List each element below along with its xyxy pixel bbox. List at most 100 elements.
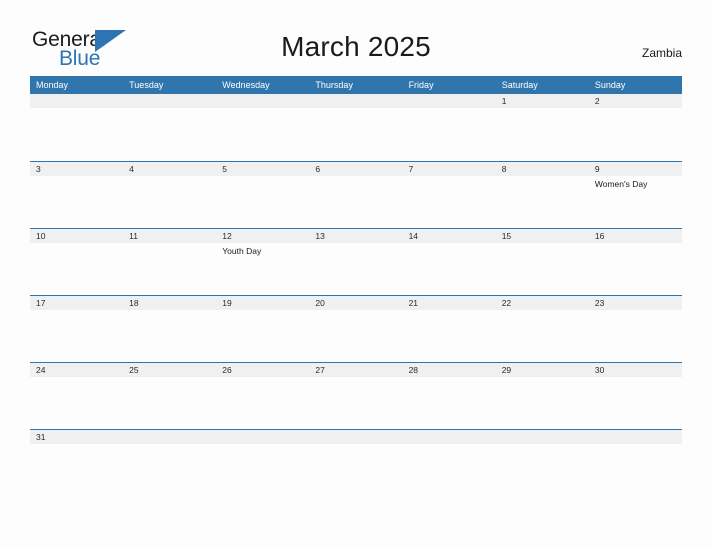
day-number[interactable]: 23 [589, 296, 682, 310]
day-number[interactable]: 9 [589, 162, 682, 176]
day-event[interactable] [403, 243, 496, 295]
day-number[interactable] [309, 430, 402, 444]
page-title: March 2025 [281, 31, 431, 62]
week-row: 10 11 12 13 14 15 16 Youth Day [30, 228, 682, 295]
week-row: 31 [30, 429, 682, 453]
day-number[interactable]: 28 [403, 363, 496, 377]
day-event[interactable] [30, 377, 123, 429]
week-date-band: 31 [30, 430, 682, 444]
day-event[interactable] [30, 108, 123, 160]
day-event[interactable] [589, 310, 682, 362]
week-date-band: 17 18 19 20 21 22 23 [30, 296, 682, 310]
day-number[interactable]: 11 [123, 229, 216, 243]
day-number[interactable] [309, 94, 402, 108]
day-number[interactable]: 13 [309, 229, 402, 243]
weekday-header-sunday: Sunday [594, 80, 626, 90]
day-event[interactable] [123, 377, 216, 429]
day-event[interactable] [309, 243, 402, 295]
day-number[interactable]: 7 [403, 162, 496, 176]
weekday-header-wednesday: Wednesday [222, 80, 270, 90]
day-event[interactable] [123, 243, 216, 295]
week-date-band: 3 4 5 6 7 8 9 [30, 162, 682, 176]
day-event[interactable] [216, 108, 309, 160]
day-number[interactable] [589, 430, 682, 444]
day-number[interactable]: 20 [309, 296, 402, 310]
day-event[interactable] [496, 377, 589, 429]
day-number[interactable]: 29 [496, 363, 589, 377]
week-event-band: Women's Day [30, 176, 682, 228]
day-number[interactable]: 12 [216, 229, 309, 243]
day-number[interactable]: 16 [589, 229, 682, 243]
day-number[interactable] [30, 94, 123, 108]
day-number[interactable]: 31 [30, 430, 123, 444]
day-event[interactable] [309, 377, 402, 429]
day-number[interactable] [216, 430, 309, 444]
day-number[interactable]: 1 [496, 94, 589, 108]
day-event[interactable]: Youth Day [216, 243, 309, 295]
day-number[interactable]: 5 [216, 162, 309, 176]
day-number[interactable] [403, 94, 496, 108]
day-number[interactable]: 26 [216, 363, 309, 377]
day-event[interactable] [123, 108, 216, 160]
day-event[interactable] [403, 108, 496, 160]
day-number[interactable]: 4 [123, 162, 216, 176]
day-number[interactable]: 10 [30, 229, 123, 243]
week-event-band [30, 310, 682, 362]
day-number[interactable]: 8 [496, 162, 589, 176]
day-event[interactable] [30, 243, 123, 295]
week-event-band [30, 108, 682, 160]
day-number[interactable] [123, 430, 216, 444]
day-number[interactable] [123, 94, 216, 108]
weekday-header-monday: Monday [36, 80, 69, 90]
day-number[interactable]: 22 [496, 296, 589, 310]
day-event[interactable] [403, 310, 496, 362]
day-number[interactable]: 24 [30, 363, 123, 377]
day-number[interactable]: 15 [496, 229, 589, 243]
day-number[interactable]: 19 [216, 296, 309, 310]
calendar-grid: Monday Tuesday Wednesday Thursday Friday… [30, 76, 682, 453]
day-number[interactable]: 25 [123, 363, 216, 377]
day-event[interactable] [496, 243, 589, 295]
day-number[interactable]: 2 [589, 94, 682, 108]
day-event[interactable] [403, 377, 496, 429]
day-number[interactable] [403, 430, 496, 444]
day-event[interactable] [496, 176, 589, 228]
day-event[interactable] [30, 310, 123, 362]
day-event[interactable] [589, 377, 682, 429]
week-row: 24 25 26 27 28 29 30 [30, 362, 682, 429]
day-event[interactable] [216, 176, 309, 228]
day-event[interactable] [123, 176, 216, 228]
page-header: General Blue March 2025 Zambia [0, 0, 712, 76]
day-number[interactable]: 30 [589, 363, 682, 377]
day-number[interactable]: 6 [309, 162, 402, 176]
day-event[interactable] [216, 377, 309, 429]
day-number[interactable]: 3 [30, 162, 123, 176]
day-number[interactable]: 14 [403, 229, 496, 243]
day-event[interactable] [403, 176, 496, 228]
day-number[interactable]: 21 [403, 296, 496, 310]
day-event[interactable] [496, 108, 589, 160]
weekday-header-friday: Friday [408, 80, 434, 90]
day-event[interactable] [309, 176, 402, 228]
day-event[interactable] [309, 108, 402, 160]
day-number[interactable]: 18 [123, 296, 216, 310]
country-label: Zambia [641, 46, 682, 60]
day-number[interactable]: 27 [309, 363, 402, 377]
day-event[interactable] [216, 310, 309, 362]
week-row: 1 2 [30, 94, 682, 161]
day-number[interactable] [496, 430, 589, 444]
day-number[interactable] [216, 94, 309, 108]
day-event[interactable] [589, 108, 682, 160]
day-number[interactable]: 17 [30, 296, 123, 310]
day-event[interactable]: Women's Day [589, 176, 682, 228]
day-event[interactable] [30, 176, 123, 228]
week-event-band: Youth Day [30, 243, 682, 295]
day-event[interactable] [123, 310, 216, 362]
week-date-band: 1 2 [30, 94, 682, 108]
week-event-band [30, 377, 682, 429]
week-date-band: 24 25 26 27 28 29 30 [30, 363, 682, 377]
day-event[interactable] [496, 310, 589, 362]
day-event[interactable] [309, 310, 402, 362]
day-event[interactable] [589, 243, 682, 295]
weekday-header-row: Monday Tuesday Wednesday Thursday Friday… [30, 76, 682, 94]
